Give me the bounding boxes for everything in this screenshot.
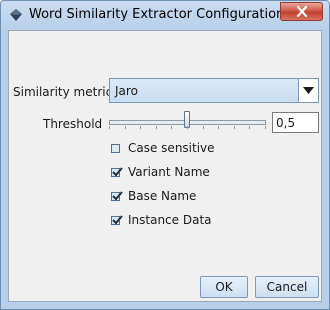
similarity-metric-value: Jaro	[115, 84, 138, 98]
dropdown-button[interactable]	[298, 79, 318, 102]
chevron-down-icon	[303, 87, 314, 94]
dialog-window: Word Similarity Extractor Configuration …	[0, 0, 330, 310]
option-checkbox[interactable]	[111, 144, 120, 153]
slider-tick	[109, 126, 110, 129]
checkmark-icon	[112, 191, 123, 201]
dialog-content: Similarity metric Jaro Threshold Case se…	[8, 30, 322, 302]
slider-tick	[156, 126, 157, 129]
slider-tick	[187, 126, 188, 129]
similarity-metric-select[interactable]: Jaro	[109, 78, 319, 103]
checkmark-icon	[112, 215, 123, 225]
threshold-label: Threshold	[43, 117, 103, 131]
option-label[interactable]: Instance Data	[128, 213, 212, 227]
slider-tick	[249, 126, 250, 129]
option-label[interactable]: Base Name	[128, 189, 196, 203]
slider-tick	[265, 126, 266, 129]
close-icon	[296, 6, 308, 17]
slider-tick	[125, 126, 126, 129]
slider-ticks	[109, 126, 266, 130]
slider-tick	[218, 126, 219, 129]
slider-tick	[140, 126, 141, 129]
cancel-button[interactable]: Cancel	[255, 276, 319, 298]
option-label[interactable]: Case sensitive	[128, 141, 215, 155]
title-bar[interactable]: Word Similarity Extractor Configuration	[1, 1, 329, 29]
option-checkbox[interactable]	[111, 215, 123, 225]
slider-tick	[203, 126, 204, 129]
option-checkbox[interactable]	[111, 191, 123, 201]
similarity-metric-label: Similarity metric	[13, 85, 113, 99]
threshold-input[interactable]	[272, 112, 319, 133]
app-icon	[9, 8, 23, 22]
option-label[interactable]: Variant Name	[128, 165, 210, 179]
close-button[interactable]	[280, 2, 323, 21]
ok-button[interactable]: OK	[200, 276, 248, 298]
option-checkbox[interactable]	[111, 167, 123, 177]
checkmark-icon	[112, 167, 123, 177]
window-title: Word Similarity Extractor Configuration	[29, 7, 285, 22]
slider-tick	[234, 126, 235, 129]
slider-tick	[171, 126, 172, 129]
